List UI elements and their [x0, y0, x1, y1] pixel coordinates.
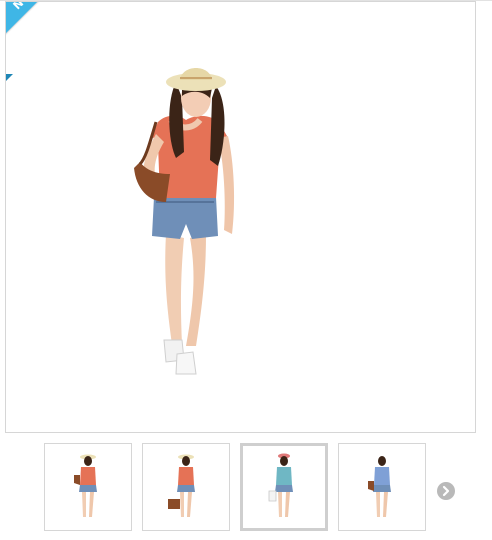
thumbnail-4-image — [368, 456, 391, 517]
thumbnail-1-image — [74, 454, 97, 517]
thumbnail-1[interactable] — [44, 443, 132, 531]
thumbnail-3-image — [268, 453, 293, 517]
thumbnail-2-image — [168, 454, 195, 517]
chevron-right-icon — [442, 485, 450, 497]
main-product-image[interactable]: NOUVEAU — [5, 1, 476, 433]
thumbnail-4[interactable] — [338, 443, 426, 531]
thumbnail-3[interactable] — [240, 443, 328, 531]
model-photo — [134, 68, 235, 375]
next-thumbnails-button[interactable] — [437, 482, 455, 500]
thumbnail-2[interactable] — [142, 443, 230, 531]
